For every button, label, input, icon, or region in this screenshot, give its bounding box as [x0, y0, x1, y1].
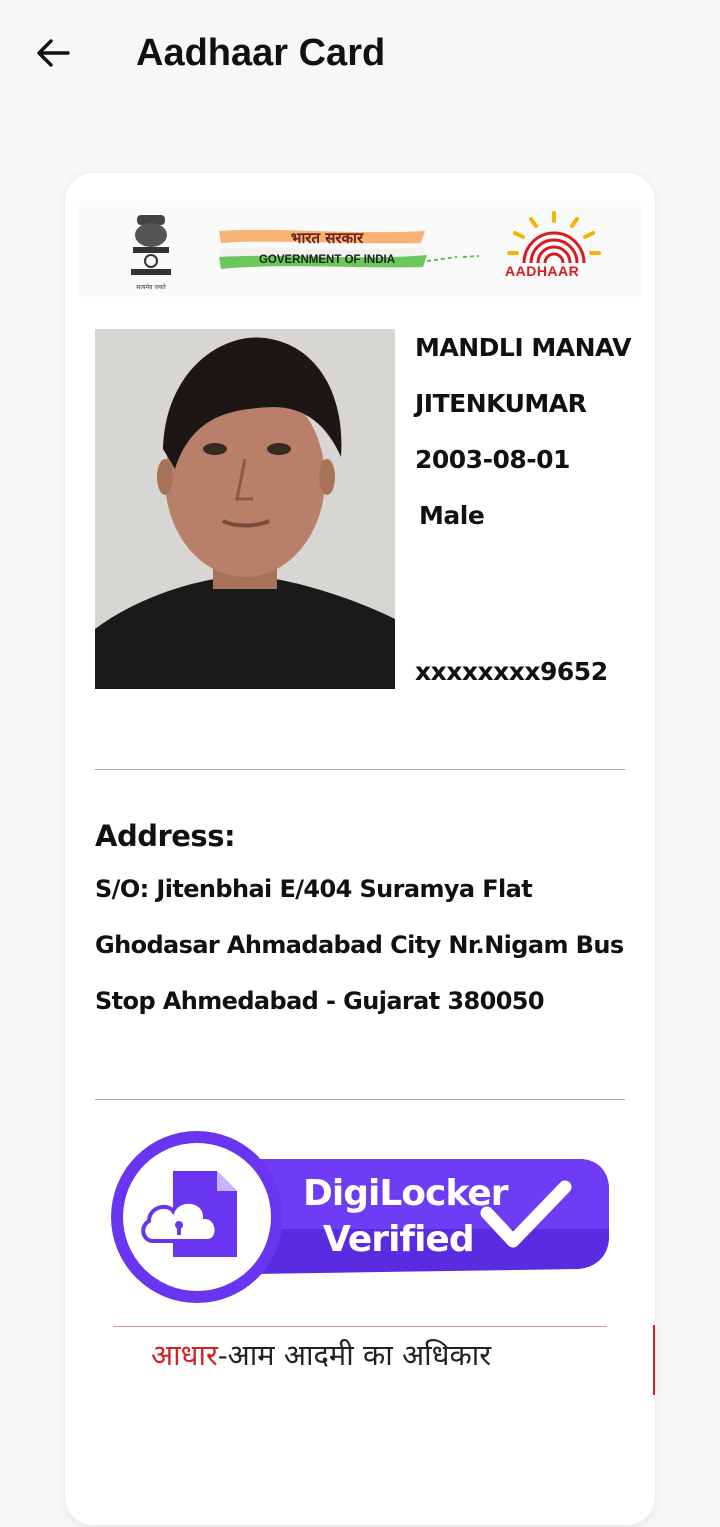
app-bar: Aadhaar Card: [0, 0, 720, 110]
gov-english-text: GOVERNMENT OF INDIA: [259, 254, 395, 266]
page-title: Aadhaar Card: [136, 32, 386, 74]
digilocker-label: DigiLocker: [303, 1173, 508, 1214]
address-line1: S/O: Jitenbhai E/404 Suramya Flat: [95, 875, 533, 903]
government-of-india-logo: भारत सरकार GOVERNMENT OF INDIA: [219, 229, 480, 269]
aadhaar-logo-text: AADHAAR: [505, 263, 580, 279]
tagline-rest: -आम आदमी का अधिकार: [217, 1338, 492, 1372]
address-line2: Ghodasar Ahmadabad City Nr.Nigam Bus: [95, 931, 624, 959]
aadhaar-tagline: आधार-आम आदमी का अधिकार: [151, 1335, 491, 1374]
back-button[interactable]: [30, 30, 76, 76]
verified-label: Verified: [323, 1219, 475, 1260]
card-header-banner: सत्यमेव जयते भारत सरकार GOVERNMENT OF IN…: [79, 201, 641, 297]
digilocker-verified-badge: [111, 1131, 609, 1303]
holder-photo: [95, 329, 395, 689]
holder-name-line2: JITENKUMAR: [415, 389, 587, 418]
address-line3: Stop Ahmedabad - Gujarat 380050: [95, 987, 545, 1015]
back-arrow-icon: [37, 39, 70, 67]
gov-hindi-text: भारत सरकार: [291, 229, 364, 247]
card-edge-accent: [653, 1325, 655, 1395]
holder-aadhaar-number: xxxxxxxx9652: [415, 657, 608, 686]
emblem-icon: सत्यमेव जयते: [131, 215, 171, 291]
tagline-rule: [113, 1326, 607, 1327]
emblem-caption: सत्यमेव जयते: [136, 283, 166, 291]
address-heading: Address:: [95, 819, 236, 853]
holder-name-line1: MANDLI MANAV: [415, 333, 632, 362]
tagline-red-part: आधार: [151, 1338, 218, 1372]
aadhaar-card: सत्यमेव जयते भारत सरकार GOVERNMENT OF IN…: [65, 173, 655, 1525]
holder-gender: Male: [419, 501, 485, 530]
divider: [95, 1099, 625, 1100]
divider: [95, 769, 625, 770]
holder-dob: 2003-08-01: [415, 445, 570, 474]
